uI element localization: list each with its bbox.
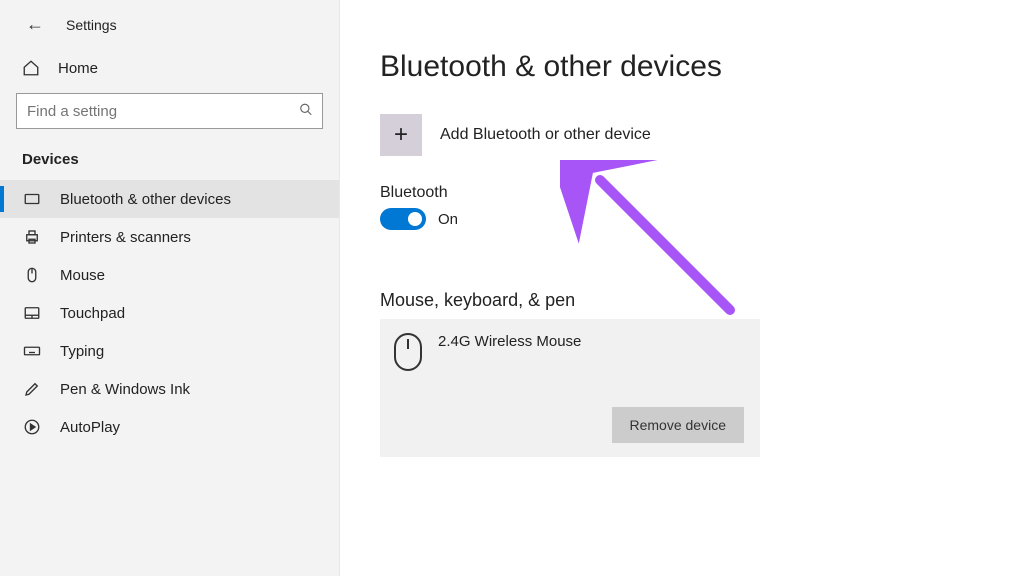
sidebar-item-touchpad[interactable]: Touchpad [0,294,339,332]
settings-label: Settings [66,17,117,33]
bluetooth-section-label: Bluetooth [380,184,984,202]
plus-icon: + [380,114,422,156]
sidebar-item-label: Printers & scanners [60,229,191,246]
printer-icon [22,228,42,246]
sidebar-item-printers[interactable]: Printers & scanners [0,218,339,256]
search-wrap [16,93,323,129]
autoplay-icon [22,418,42,436]
sidebar-item-label: Pen & Windows Ink [60,381,190,398]
page-title: Bluetooth & other devices [380,50,984,84]
sidebar-item-bluetooth[interactable]: Bluetooth & other devices [0,180,339,218]
pen-icon [22,380,42,398]
mouse-device-icon [394,333,422,371]
sidebar-item-label: Typing [60,343,104,360]
search-icon [299,103,313,120]
sidebar-item-label: Mouse [60,267,105,284]
toggle-switch-icon [380,208,426,230]
sidebar-item-typing[interactable]: Typing [0,332,339,370]
remove-device-button[interactable]: Remove device [612,407,745,443]
bluetooth-toggle[interactable]: On [380,208,984,230]
search-input[interactable] [16,93,323,129]
keyboard-icon [22,342,42,360]
home-label: Home [58,60,98,77]
header-row: ← Settings [0,8,339,51]
sidebar-item-home[interactable]: Home [0,51,339,89]
device-card[interactable]: 2.4G Wireless Mouse Remove device [380,319,760,457]
sidebar-item-mouse[interactable]: Mouse [0,256,339,294]
home-icon [22,59,40,77]
touchpad-icon [22,304,42,322]
device-group-title: Mouse, keyboard, & pen [380,290,984,311]
device-top: 2.4G Wireless Mouse [394,333,744,371]
sidebar-item-label: AutoPlay [60,419,120,436]
sidebar-item-label: Touchpad [60,305,125,322]
sidebar-item-autoplay[interactable]: AutoPlay [0,408,339,446]
category-title: Devices [0,143,339,180]
toggle-state-label: On [438,211,458,228]
main-content: Bluetooth & other devices + Add Bluetoot… [340,0,1024,576]
sidebar-item-pen[interactable]: Pen & Windows Ink [0,370,339,408]
mouse-icon [22,266,42,284]
rectangle-icon [22,190,42,208]
add-device-label: Add Bluetooth or other device [440,126,651,144]
add-device-button[interactable]: + Add Bluetooth or other device [380,114,984,156]
sidebar-item-label: Bluetooth & other devices [60,191,231,208]
sidebar: ← Settings Home Devices Bluetooth & othe… [0,0,340,576]
device-name: 2.4G Wireless Mouse [438,333,581,350]
remove-row: Remove device [394,407,744,443]
back-arrow-icon[interactable]: ← [26,14,44,35]
